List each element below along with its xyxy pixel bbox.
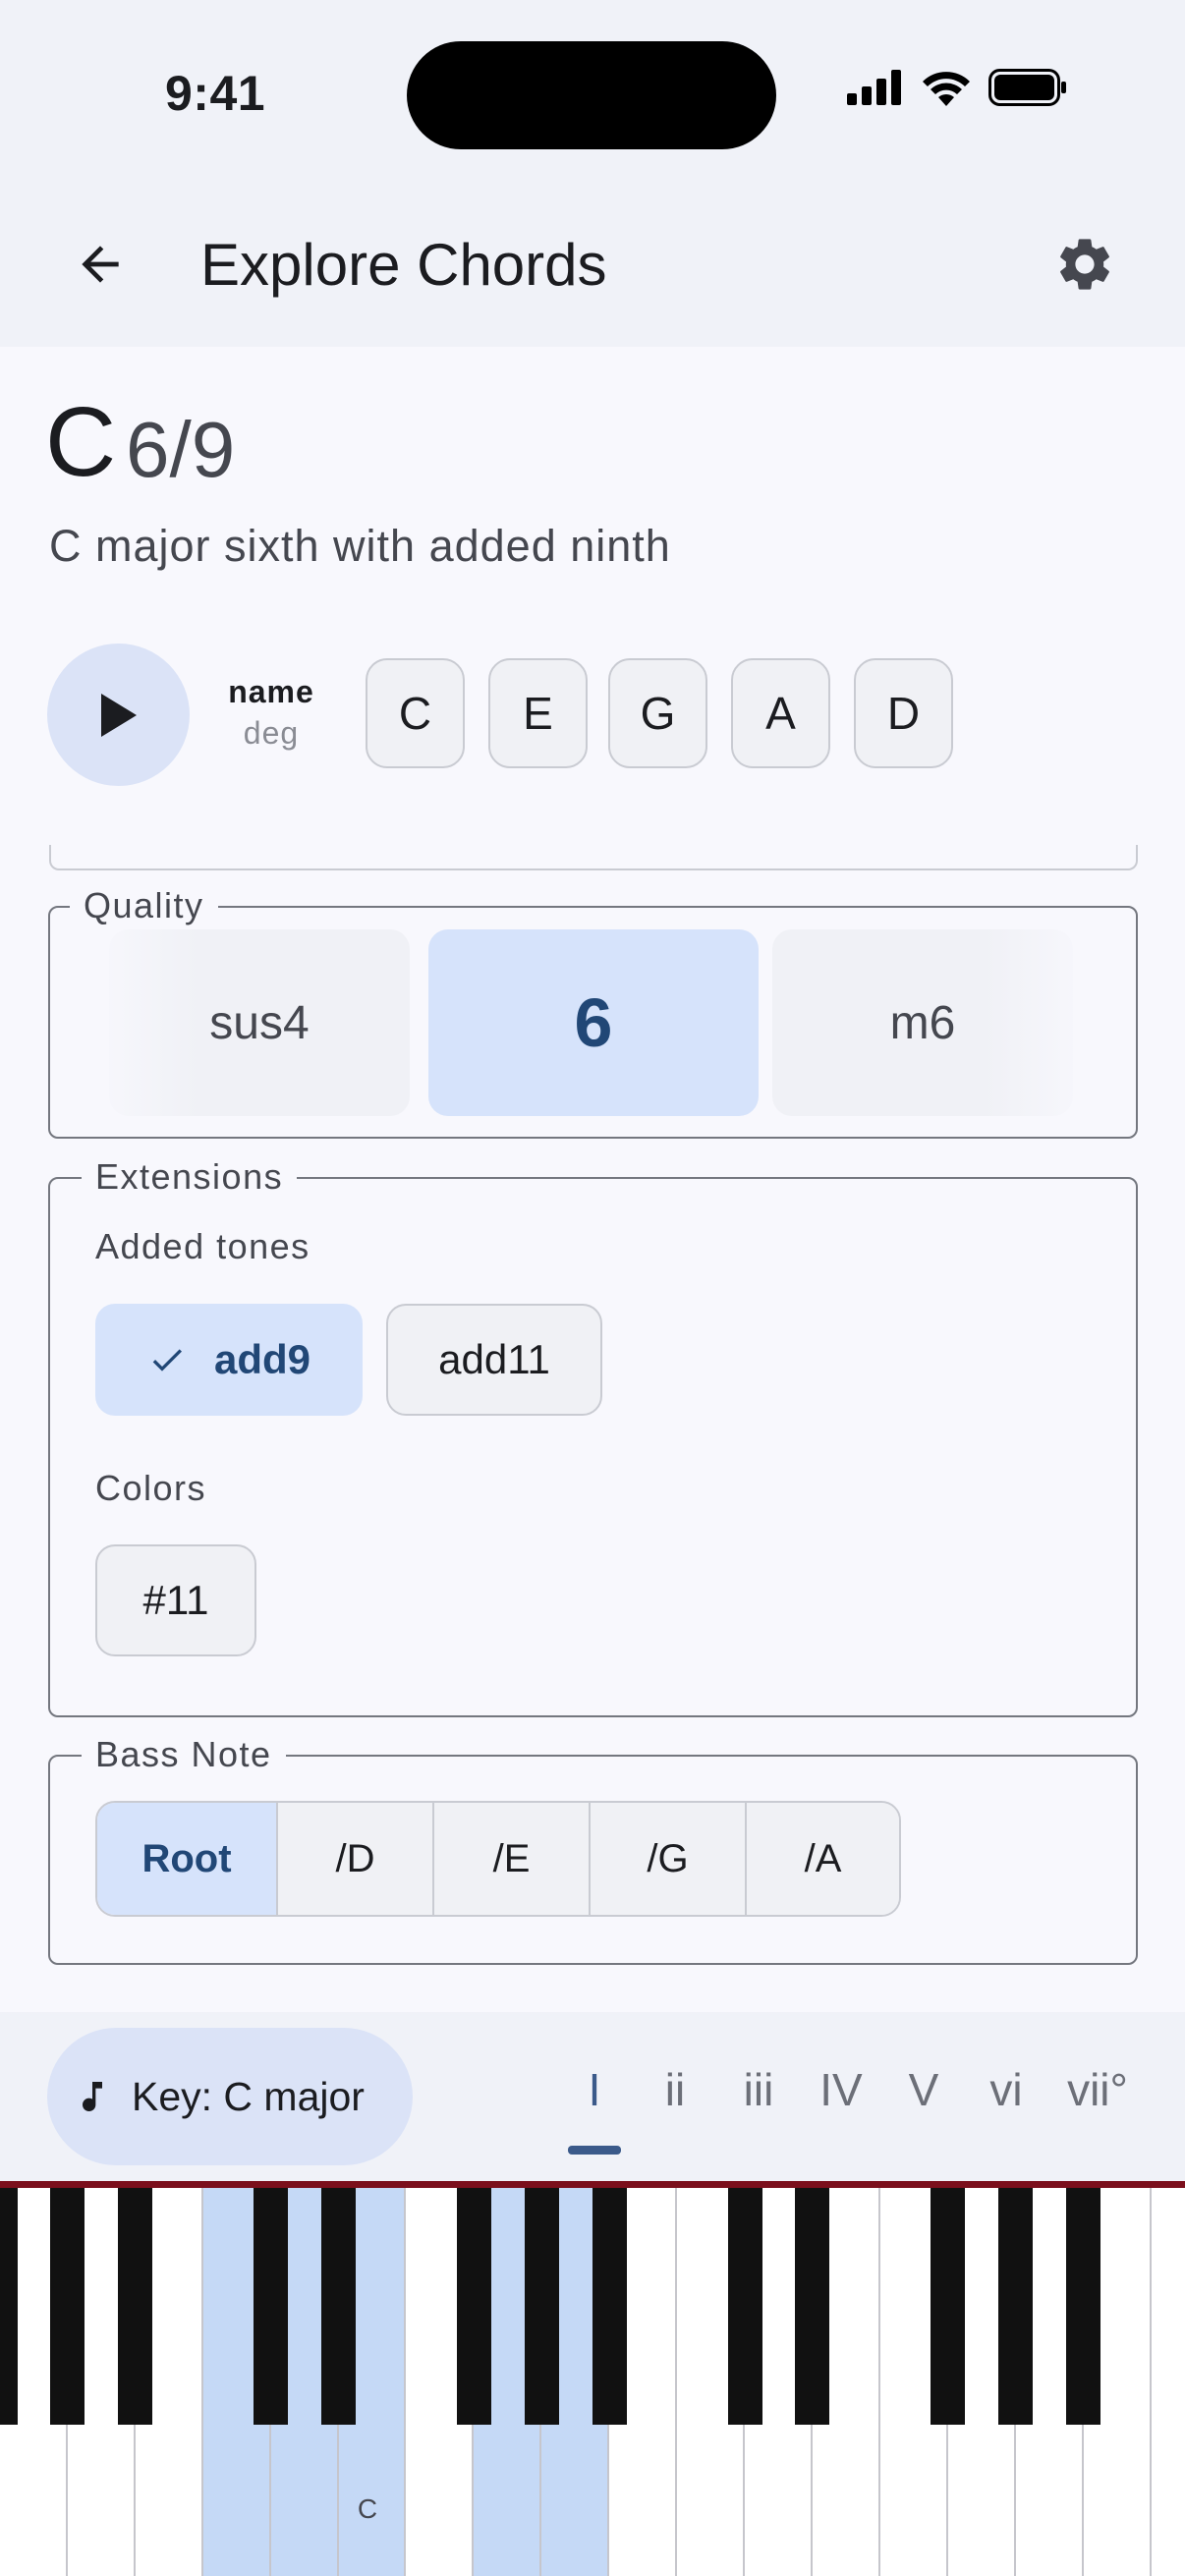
label-toggle-deg[interactable]: deg — [222, 715, 320, 752]
black-key[interactable] — [1066, 2188, 1101, 2425]
black-key[interactable] — [118, 2188, 153, 2425]
chord-root: C — [45, 387, 117, 497]
wifi-icon — [923, 72, 970, 106]
black-key[interactable] — [0, 2188, 18, 2425]
arrow-left-icon — [82, 246, 119, 283]
added-tones-label: Added tones — [95, 1226, 310, 1266]
bass-note-group: Bass Note Root /D /E /G /A — [48, 1733, 1138, 1965]
bottom-bar: Key: C major I ii iii IV V vi vii° — [0, 2012, 1185, 2181]
bass-option-root[interactable]: Root — [97, 1803, 276, 1915]
bass-note-selector: Root /D /E /G /A — [95, 1801, 901, 1917]
black-key[interactable] — [998, 2188, 1034, 2425]
bass-option-e[interactable]: /E — [432, 1803, 589, 1915]
degree-tab-vi[interactable]: vi — [981, 2063, 1032, 2116]
chord-suffix: 6/9 — [126, 406, 236, 493]
note-chip[interactable]: C — [366, 658, 465, 768]
black-key[interactable] — [727, 2188, 762, 2425]
quality-group: Quality sus4 6 m6 — [48, 884, 1138, 1139]
key-selector-button[interactable]: Key: C major — [47, 2028, 413, 2165]
black-key[interactable] — [456, 2188, 491, 2425]
gear-icon — [1060, 239, 1109, 290]
bass-option-d[interactable]: /D — [276, 1803, 432, 1915]
note-chip[interactable]: E — [488, 658, 588, 768]
status-icons — [847, 69, 1067, 106]
add11-chip[interactable]: add11 — [386, 1304, 602, 1416]
card-edge — [49, 845, 1138, 870]
black-key[interactable] — [524, 2188, 559, 2425]
note-chip[interactable]: G — [608, 658, 707, 768]
piano-keyboard — [0, 2181, 1185, 2576]
bass-option-g[interactable]: /G — [589, 1803, 745, 1915]
cellular-signal-icon — [847, 70, 901, 105]
battery-icon — [988, 69, 1066, 106]
degree-tab-vii-dim[interactable]: vii° — [1059, 2063, 1136, 2116]
quality-option-sus4[interactable]: sus4 — [109, 929, 410, 1116]
chord-description: C major sixth with added ninth — [49, 521, 671, 571]
extensions-group: Extensions Added tones add9 add11 Colors… — [48, 1155, 1138, 1717]
extensions-legend: Extensions — [82, 1155, 298, 1199]
black-key[interactable] — [50, 2188, 85, 2425]
piano-rail — [0, 2181, 1185, 2188]
degree-tab-ii[interactable]: ii — [650, 2063, 700, 2116]
black-key[interactable] — [254, 2188, 289, 2425]
degree-tab-iii[interactable]: iii — [731, 2063, 786, 2116]
note-chip[interactable]: D — [854, 658, 953, 768]
back-button[interactable] — [61, 225, 140, 304]
status-bar: 9:41 — [0, 0, 1185, 192]
black-key[interactable] — [321, 2188, 357, 2425]
app-bar: Explore Chords — [0, 192, 1185, 347]
colors-label: Colors — [95, 1468, 207, 1508]
black-key[interactable] — [931, 2188, 966, 2425]
page-title: Explore Chords — [200, 232, 607, 298]
black-key[interactable] — [795, 2188, 830, 2425]
add9-label: add9 — [213, 1336, 311, 1382]
sharp11-chip[interactable]: #11 — [95, 1544, 256, 1656]
quality-option-m6[interactable]: m6 — [772, 929, 1073, 1116]
black-key[interactable] — [592, 2188, 627, 2425]
quality-option-6-selected[interactable]: 6 — [428, 929, 759, 1116]
note-chip[interactable]: A — [731, 658, 830, 768]
play-button[interactable] — [47, 644, 190, 786]
music-note-icon — [83, 2082, 102, 2111]
quality-legend: Quality — [70, 884, 218, 927]
settings-button[interactable] — [1045, 225, 1124, 304]
white-key-C[interactable] — [1151, 2188, 1185, 2576]
add9-chip[interactable]: add9 — [95, 1304, 363, 1416]
check-icon — [152, 1349, 182, 1372]
bass-option-a[interactable]: /A — [745, 1803, 899, 1915]
status-time: 9:41 — [165, 66, 266, 121]
degree-tab-I[interactable]: I — [574, 2063, 615, 2116]
play-icon — [100, 693, 137, 737]
bass-note-legend: Bass Note — [82, 1733, 286, 1776]
label-toggle-name[interactable]: name — [222, 674, 320, 710]
degree-tab-V[interactable]: V — [898, 2063, 949, 2116]
dynamic-island — [407, 41, 776, 149]
key-label: Key: C major — [132, 2073, 365, 2119]
middle-c-label: C — [357, 2493, 378, 2524]
active-tab-indicator — [568, 2146, 621, 2155]
degree-tab-IV[interactable]: IV — [814, 2063, 869, 2116]
